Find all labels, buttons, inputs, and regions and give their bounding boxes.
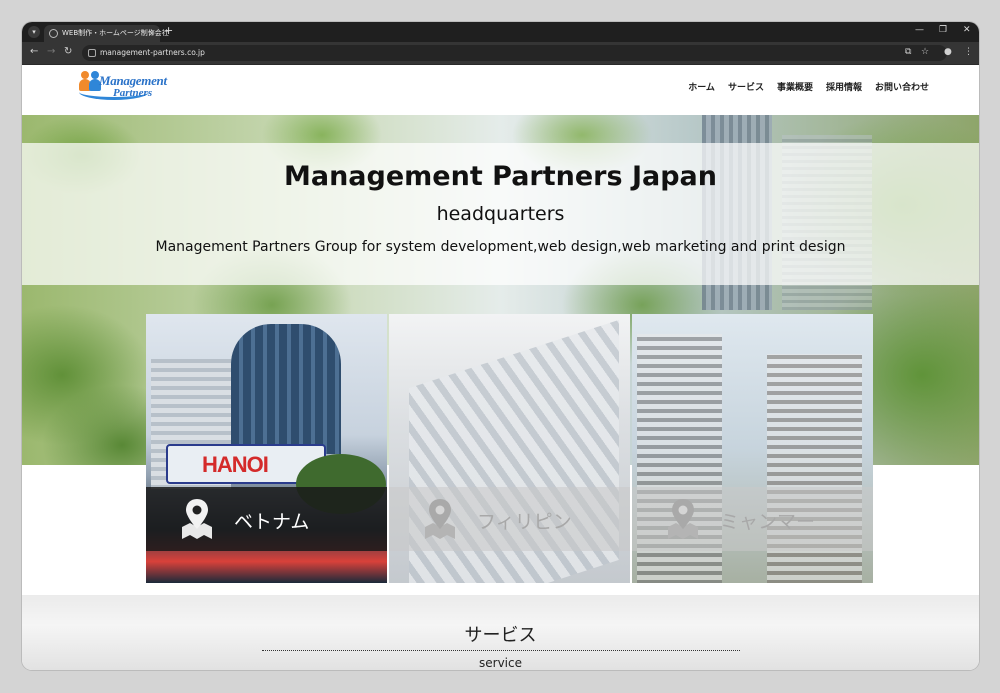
section-divider [262,650,740,651]
translate-icon[interactable]: ⧉ [905,47,911,57]
tab-strip: ▾ WEB制作・ホームページ制作会社 ✕ + — ❐ ✕ [22,22,979,42]
restore-icon[interactable]: ❐ [939,25,947,35]
address-text: management-partners.co.jp [100,48,205,57]
section-title: サービス [464,625,537,646]
main-nav: ホーム サービス 事業概要 採用情報 お問い合わせ [688,80,929,93]
hero-subtitle: headquarters [436,203,565,225]
star-icon[interactable]: ☆ [921,47,929,57]
window-close-icon[interactable]: ✕ [963,25,971,35]
site-logo[interactable]: Management Partners [77,69,169,103]
location-card-myanmar[interactable]: ミャンマー [632,314,873,583]
nav-home[interactable]: ホーム [688,80,715,93]
hero-tagline: Management Partners Group for system dev… [155,239,846,255]
map-pin-icon [182,499,212,539]
logo-text-line1: Management [99,73,167,88]
service-section: サービス service [22,595,979,670]
site-header: Management Partners ホーム サービス 事業概要 採用情報 お… [22,65,979,115]
location-name: ミャンマー [720,511,816,533]
profile-icon[interactable]: ● [944,47,952,57]
new-tab-icon[interactable]: + [164,24,173,37]
address-bar[interactable]: management-partners.co.jp [82,45,947,61]
globe-icon [49,29,58,38]
tab-search-icon[interactable]: ▾ [28,26,40,38]
browser-toolbar: ← → ↻ management-partners.co.jp ⧉ ☆ ● ⋮ [22,42,979,65]
location-name: フィリピン [477,511,572,533]
menu-dots-icon[interactable]: ⋮ [964,47,973,57]
nav-business[interactable]: 事業概要 [777,80,813,93]
back-icon[interactable]: ← [30,46,38,57]
location-card-vietnam[interactable]: HANOI ベトナム [146,314,387,583]
nav-services[interactable]: サービス [728,80,764,93]
map-pin-icon [668,499,698,539]
site-info-icon[interactable] [88,49,96,57]
location-label-bar: ベトナム [146,487,387,551]
logo-text-line2: Partners [113,87,153,99]
forward-icon[interactable]: → [47,46,55,57]
reload-icon[interactable]: ↻ [64,46,72,57]
map-pin-icon [425,499,455,539]
hero-title: Management Partners Japan [283,161,717,192]
logo-figure-icon [81,71,89,79]
location-card-philippines[interactable]: フィリピン [389,314,630,583]
browser-tab[interactable]: WEB制作・ホームページ制作会社 ✕ [44,25,169,42]
location-name: ベトナム [234,511,310,533]
close-tab-icon[interactable]: ✕ [148,25,155,42]
location-cards: HANOI ベトナム フィリピン ミャンマー [146,314,873,583]
minimize-icon[interactable]: — [915,25,924,35]
location-label-bar: フィリピン [389,487,630,551]
nav-contact[interactable]: お問い合わせ [875,80,929,93]
location-label-bar: ミャンマー [632,487,873,551]
browser-window: ▾ WEB制作・ホームページ制作会社 ✕ + — ❐ ✕ ← → ↻ manag… [22,22,979,670]
logo-figure-icon [91,71,99,79]
nav-recruit[interactable]: 採用情報 [826,80,862,93]
section-subtitle: service [479,656,522,670]
